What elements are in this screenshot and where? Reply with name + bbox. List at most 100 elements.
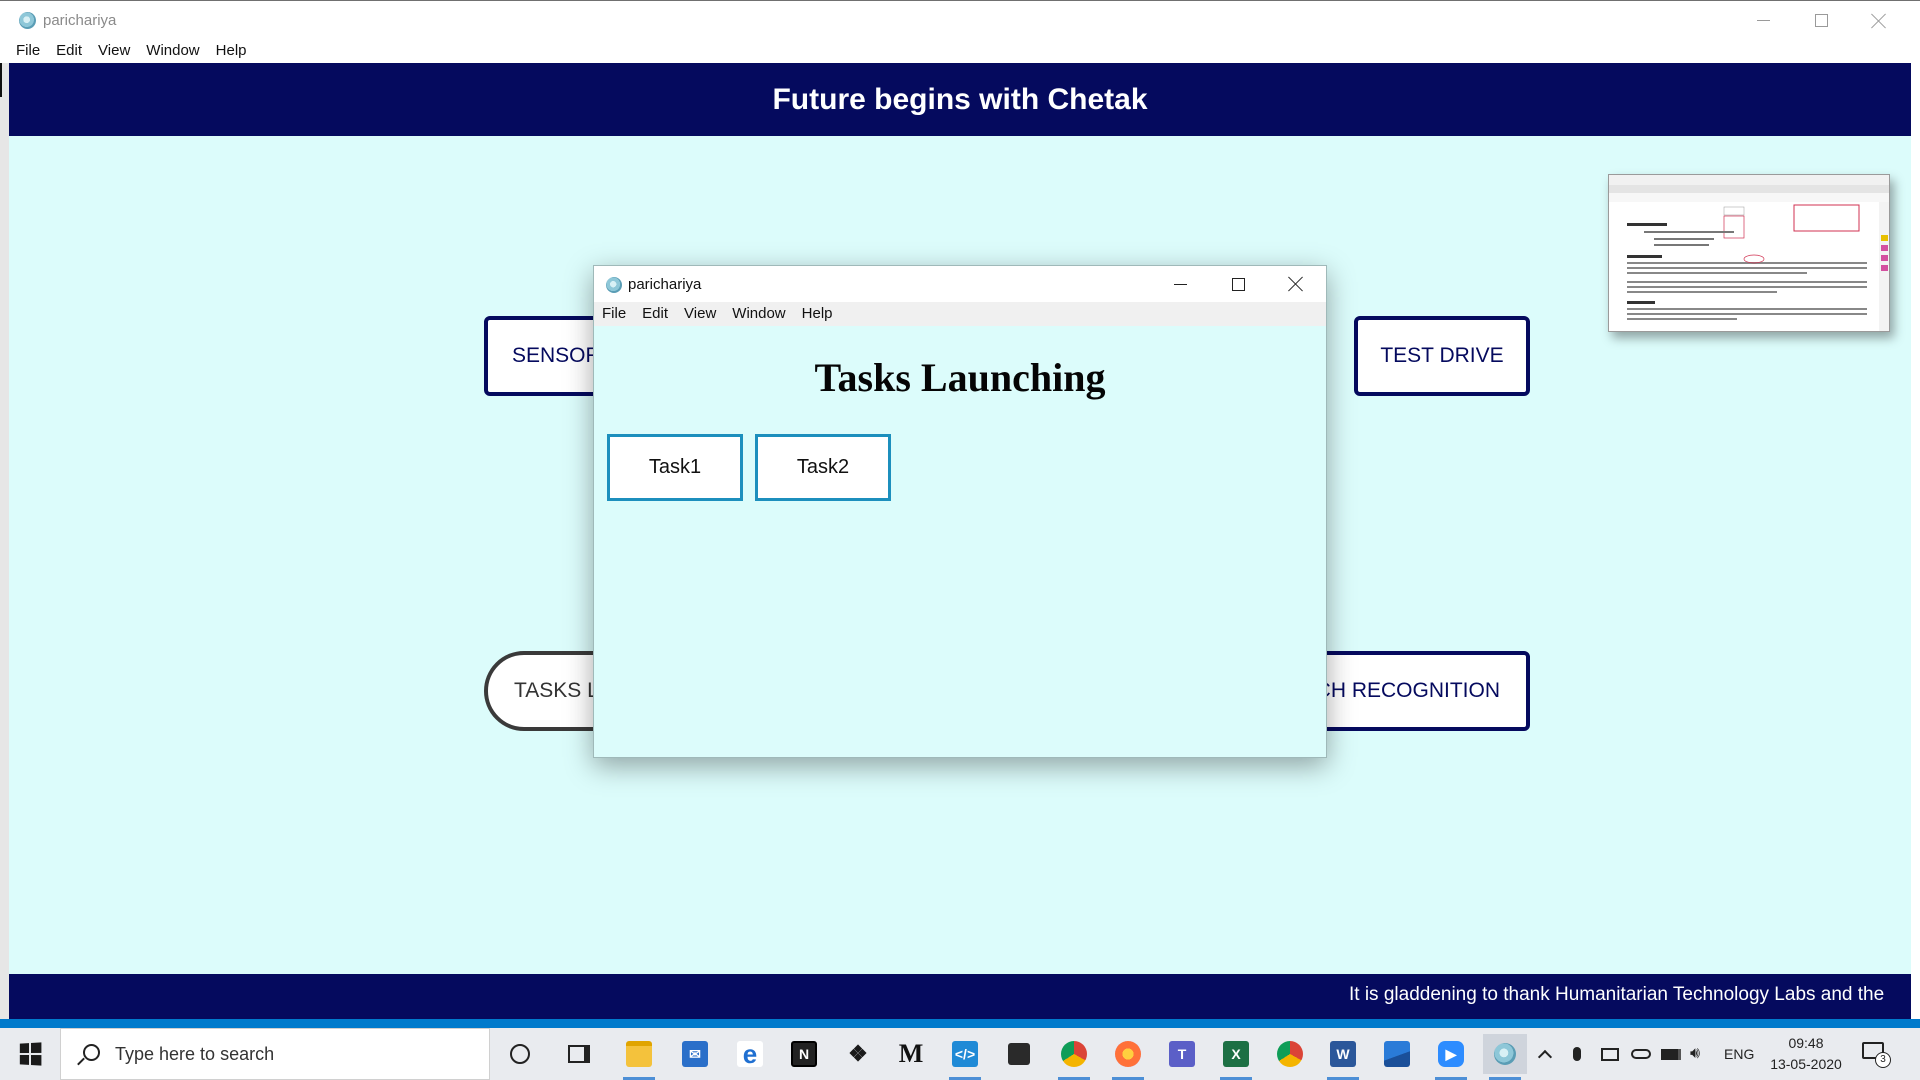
taskbar-dropbox[interactable]: ❖ (836, 1034, 880, 1074)
teams-icon: T (1169, 1041, 1195, 1067)
main-menubar: File Edit View Window Help (0, 39, 1920, 63)
network-tray[interactable] (1601, 1028, 1619, 1080)
search-placeholder: Type here to search (115, 1043, 275, 1064)
clock-time: 09:48 (1788, 1035, 1824, 1051)
test-drive-button[interactable]: TEST DRIVE (1354, 316, 1530, 396)
taskbar-parichariya[interactable] (1483, 1034, 1527, 1080)
maximize-button[interactable] (1792, 1, 1850, 40)
close-button[interactable] (1850, 1, 1908, 40)
header-title: Future begins with Chetak (772, 82, 1148, 116)
dialog-menubar: File Edit View Window Help (594, 302, 1326, 326)
speech-button-label: CH RECOGNITION (1315, 679, 1500, 702)
taskbar-search-box[interactable]: Type here to search (60, 1028, 490, 1080)
minimize-icon (1756, 20, 1770, 21)
menu-help[interactable]: Help (216, 39, 255, 63)
microphone-icon (1573, 1047, 1581, 1061)
taskbar-file-explorer[interactable] (617, 1034, 661, 1080)
taskbar-chrome[interactable] (1052, 1034, 1096, 1080)
taskbar-firefox[interactable] (1106, 1034, 1150, 1080)
taskbar-excel[interactable]: X (1214, 1034, 1258, 1080)
taskbar-zoom[interactable]: ▶ (1429, 1034, 1473, 1080)
speaker-icon: 🔊︎ (1690, 1045, 1701, 1062)
vscode-icon: </> (952, 1041, 978, 1067)
volume-tray[interactable]: 🔊︎ (1690, 1028, 1700, 1080)
windows-taskbar: Type here to search ✉ e N ❖ M </> T X W … (0, 1028, 1920, 1080)
document-preview-image (1609, 175, 1889, 331)
dialog-titlebar[interactable]: parichariya (594, 266, 1326, 302)
start-button[interactable] (0, 1028, 60, 1080)
microphone-tray[interactable] (1573, 1028, 1581, 1080)
taskbar-notion[interactable]: N (782, 1034, 826, 1074)
maximize-icon (1231, 277, 1245, 291)
minimize-button[interactable] (1734, 1, 1792, 40)
firefox-icon (1115, 1041, 1141, 1067)
document-preview-thumbnail[interactable] (1608, 174, 1890, 332)
task2-button-label: Task2 (796, 456, 850, 478)
taskbar-word[interactable]: W (1321, 1034, 1365, 1080)
battery-icon (1661, 1048, 1681, 1060)
taskbar-photos[interactable] (1375, 1034, 1419, 1074)
sticky-notes-icon (1008, 1043, 1030, 1065)
taskbar-clock[interactable]: 09:48 13-05-2020 (1766, 1033, 1846, 1075)
network-icon (1601, 1047, 1619, 1061)
word-icon: W (1330, 1041, 1356, 1067)
taskbar-gmail[interactable]: M (889, 1034, 933, 1074)
tasks-launching-window[interactable]: parichariya File Edit View Window Help T… (593, 265, 1327, 758)
task-view-button[interactable] (557, 1034, 601, 1074)
footer-marquee-text: It is gladdening to thank Humanitarian T… (1349, 984, 1885, 1005)
windows-logo-icon (19, 1042, 42, 1066)
tasks-button-label: TASKS L (514, 679, 599, 702)
taskbar-edge[interactable]: e (728, 1034, 772, 1074)
main-window-title: paricha­riya (43, 12, 117, 29)
menu-edit[interactable]: Edit (56, 39, 90, 63)
test-drive-button-label: TEST DRIVE (1380, 344, 1504, 367)
task-view-icon (568, 1045, 590, 1063)
dialog-title: parichariya (628, 276, 702, 293)
editor-status-strip (0, 1019, 1920, 1028)
zoom-icon: ▶ (1438, 1041, 1464, 1067)
minimize-icon (1173, 283, 1187, 285)
dialog-menu-file[interactable]: File (602, 302, 634, 326)
dialog-minimize-button[interactable] (1151, 266, 1209, 302)
task2-button[interactable]: Task2 (755, 434, 891, 501)
app-header: Future begins with Chetak (9, 63, 1911, 136)
chrome-profile-icon (1277, 1041, 1303, 1067)
taskbar-chrome-profile[interactable] (1268, 1034, 1312, 1074)
action-center-button[interactable]: 3 (1862, 1040, 1891, 1068)
battery-tray[interactable] (1661, 1028, 1681, 1080)
onedrive-tray[interactable] (1631, 1028, 1651, 1080)
dropbox-icon: ❖ (848, 1041, 868, 1066)
mail-icon: ✉ (682, 1041, 708, 1067)
close-icon (1871, 13, 1887, 29)
menu-file[interactable]: File (16, 39, 48, 63)
language-indicator[interactable]: ENG (1724, 1028, 1754, 1080)
menu-view[interactable]: View (98, 39, 138, 63)
edge-icon: e (737, 1039, 763, 1069)
taskbar-teams[interactable]: T (1160, 1034, 1204, 1074)
dialog-menu-window[interactable]: Window (732, 302, 793, 326)
menu-window[interactable]: Window (146, 39, 207, 63)
taskbar-sticky-notes[interactable] (997, 1034, 1041, 1074)
dialog-menu-view[interactable]: View (684, 302, 724, 326)
cortana-button[interactable] (498, 1034, 542, 1074)
language-label: ENG (1724, 1046, 1755, 1062)
dialog-menu-help[interactable]: Help (802, 302, 841, 326)
footer-ticker: It is gladdening to thank Humanitarian T… (9, 974, 1911, 1019)
dialog-menu-edit[interactable]: Edit (642, 302, 676, 326)
task1-button[interactable]: Task1 (607, 434, 743, 501)
main-window-titlebar[interactable]: paricha­riya (0, 0, 1920, 39)
window-frame-left (0, 63, 9, 1023)
taskbar-mail[interactable]: ✉ (673, 1034, 717, 1074)
cloud-icon (1631, 1049, 1651, 1059)
chevron-up-icon (1537, 1049, 1553, 1065)
dialog-close-button[interactable] (1267, 266, 1325, 302)
photos-icon (1384, 1041, 1410, 1067)
show-hidden-icons-button[interactable] (1537, 1028, 1553, 1080)
cortana-icon (510, 1044, 530, 1064)
excel-icon: X (1223, 1041, 1249, 1067)
chrome-icon (1061, 1041, 1087, 1067)
electron-app-icon (1494, 1043, 1516, 1065)
taskbar-vscode[interactable]: </> (943, 1034, 987, 1080)
maximize-icon (1814, 14, 1828, 27)
dialog-maximize-button[interactable] (1209, 266, 1267, 302)
